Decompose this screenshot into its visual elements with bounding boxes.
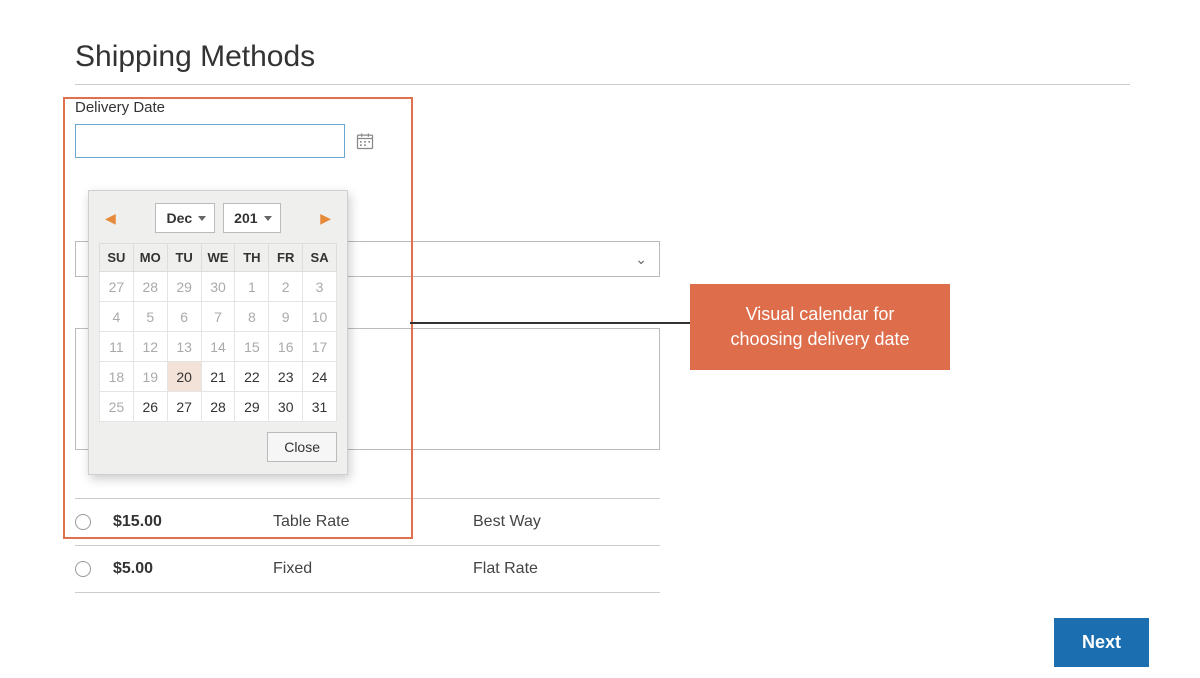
calendar-day-header: TU xyxy=(167,244,201,272)
shipping-method-radio[interactable] xyxy=(75,561,91,577)
calendar-day-cell[interactable]: 17 xyxy=(303,332,337,362)
shipping-method-carrier: Best Way xyxy=(473,513,541,531)
prev-month-arrow[interactable]: ◀ xyxy=(101,210,120,227)
annotation-callout: Visual calendar for choosing delivery da… xyxy=(690,284,950,370)
calendar-day-cell[interactable]: 23 xyxy=(269,362,303,392)
calendar-day-cell[interactable]: 30 xyxy=(201,272,235,302)
year-select-value: 201 xyxy=(234,210,257,226)
calendar-day-cell[interactable]: 3 xyxy=(303,272,337,302)
calendar-day-cell[interactable]: 2 xyxy=(269,272,303,302)
datepicker-popup: ◀ Dec 201 ▶ SUMOTUWETHFRSA 2728293012345… xyxy=(88,190,348,475)
calendar-day-cell[interactable]: 30 xyxy=(269,392,303,422)
annotation-connector-line xyxy=(410,322,690,324)
calendar-day-cell[interactable]: 22 xyxy=(235,362,269,392)
datepicker-close-button[interactable]: Close xyxy=(267,432,337,462)
calendar-day-cell[interactable]: 4 xyxy=(100,302,134,332)
calendar-day-cell[interactable]: 26 xyxy=(133,392,167,422)
next-month-arrow[interactable]: ▶ xyxy=(316,210,335,227)
calendar-day-cell[interactable]: 10 xyxy=(303,302,337,332)
calendar-day-cell[interactable]: 20 xyxy=(167,362,201,392)
calendar-day-cell[interactable]: 12 xyxy=(133,332,167,362)
shipping-method-radio[interactable] xyxy=(75,514,91,530)
shipping-method-row: $15.00Table RateBest Way xyxy=(75,498,660,545)
calendar-day-cell[interactable]: 8 xyxy=(235,302,269,332)
title-divider xyxy=(75,84,1130,85)
calendar-grid: SUMOTUWETHFRSA 2728293012345678910111213… xyxy=(99,243,337,422)
calendar-day-cell[interactable]: 6 xyxy=(167,302,201,332)
page-title: Shipping Methods xyxy=(75,40,1130,74)
calendar-icon[interactable] xyxy=(355,131,375,151)
shipping-method-price: $5.00 xyxy=(113,560,273,578)
calendar-day-header: TH xyxy=(235,244,269,272)
next-button[interactable]: Next xyxy=(1054,618,1149,667)
calendar-day-cell[interactable]: 11 xyxy=(100,332,134,362)
calendar-day-cell[interactable]: 31 xyxy=(303,392,337,422)
month-select-value: Dec xyxy=(166,210,192,226)
calendar-day-cell[interactable]: 19 xyxy=(133,362,167,392)
calendar-day-cell[interactable]: 13 xyxy=(167,332,201,362)
calendar-day-cell[interactable]: 27 xyxy=(100,272,134,302)
shipping-method-row: $5.00FixedFlat Rate xyxy=(75,545,660,593)
calendar-day-cell[interactable]: 28 xyxy=(133,272,167,302)
calendar-day-header: SA xyxy=(303,244,337,272)
year-select[interactable]: 201 xyxy=(223,203,280,233)
calendar-day-cell[interactable]: 29 xyxy=(235,392,269,422)
calendar-day-cell[interactable]: 15 xyxy=(235,332,269,362)
shipping-method-name: Table Rate xyxy=(273,513,473,531)
calendar-day-header: FR xyxy=(269,244,303,272)
shipping-method-name: Fixed xyxy=(273,560,473,578)
calendar-day-cell[interactable]: 29 xyxy=(167,272,201,302)
shipping-method-carrier: Flat Rate xyxy=(473,560,538,578)
calendar-day-cell[interactable]: 5 xyxy=(133,302,167,332)
calendar-day-header: SU xyxy=(100,244,134,272)
calendar-day-cell[interactable]: 24 xyxy=(303,362,337,392)
calendar-day-cell[interactable]: 14 xyxy=(201,332,235,362)
shipping-method-price: $15.00 xyxy=(113,513,273,531)
calendar-day-cell[interactable]: 25 xyxy=(100,392,134,422)
delivery-date-label: Delivery Date xyxy=(75,99,1130,116)
calendar-day-header: WE xyxy=(201,244,235,272)
calendar-day-header: MO xyxy=(133,244,167,272)
calendar-day-cell[interactable]: 18 xyxy=(100,362,134,392)
calendar-day-cell[interactable]: 7 xyxy=(201,302,235,332)
calendar-day-cell[interactable]: 9 xyxy=(269,302,303,332)
calendar-day-cell[interactable]: 16 xyxy=(269,332,303,362)
month-select[interactable]: Dec xyxy=(155,203,215,233)
delivery-date-input[interactable] xyxy=(75,124,345,158)
chevron-down-icon: ⌄ xyxy=(635,251,647,268)
calendar-day-cell[interactable]: 27 xyxy=(167,392,201,422)
calendar-day-cell[interactable]: 1 xyxy=(235,272,269,302)
calendar-day-cell[interactable]: 21 xyxy=(201,362,235,392)
calendar-day-cell[interactable]: 28 xyxy=(201,392,235,422)
